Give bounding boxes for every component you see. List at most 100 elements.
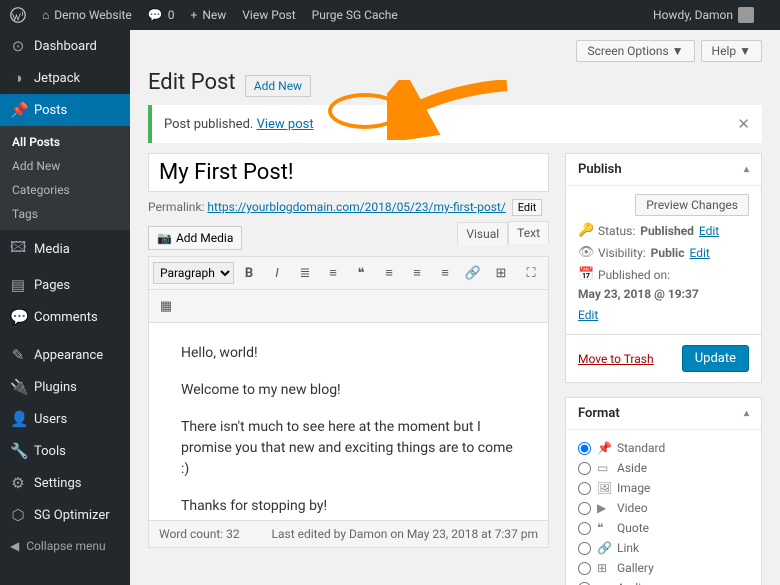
format-option-video[interactable]: ▶Video [578,498,749,518]
site-link[interactable]: ⌂Demo Website [42,8,132,22]
admin-toolbar: ⌂Demo Website 💬0 +New View Post Purge SG… [0,0,780,30]
notice-text: Post published. [164,117,253,132]
sidebar-item-comments[interactable]: 💬Comments [0,301,130,333]
word-count: Word count: 32 [159,527,240,541]
status-edit-link[interactable]: Edit [699,224,719,238]
add-new-button[interactable]: Add New [245,75,311,97]
publish-box-header[interactable]: Publish▴ [566,154,761,186]
dismiss-notice-icon[interactable]: ✕ [737,115,750,133]
sidebar-item-sg[interactable]: ⬡SG Optimizer [0,499,130,531]
comments-link[interactable]: 💬0 [148,8,175,22]
format-box: Format▴ 📌Standard▭Aside🖼Image▶Video❝Quot… [565,397,762,585]
editor-statusbar: Word count: 32 Last edited by Damon on M… [148,521,549,548]
sidebar-sub-tags[interactable]: Tags [0,202,130,226]
more-button[interactable]: ⊞ [488,261,514,285]
ol-button[interactable]: ≡ [320,261,346,285]
admin-sidebar: ⊙Dashboard ◑Jetpack 📌Posts All Posts Add… [0,30,130,585]
italic-button[interactable]: I [264,261,290,285]
format-icon: ▶ [597,501,611,515]
link-button[interactable]: 🔗 [460,261,486,285]
dashboard-icon: ⊙ [10,37,26,55]
chevron-up-icon: ▴ [744,408,749,419]
sidebar-submenu-posts: All Posts Add New Categories Tags [0,126,130,230]
fullscreen-button[interactable]: ⛶ [518,261,544,285]
permalink-edit-button[interactable]: Edit [512,199,543,216]
media-add-icon: 📷 [157,231,172,245]
content-p4: Thanks for stopping by! [181,496,516,517]
editor-toolbar-2: ▦ [148,290,549,323]
format-option-gallery[interactable]: ⊞Gallery [578,558,749,578]
sidebar-item-settings[interactable]: ⚙Settings [0,467,130,499]
eye-icon: 👁 [578,245,593,260]
view-post-link-notice[interactable]: View post [257,117,314,132]
collapse-menu[interactable]: ◀Collapse menu [0,531,130,561]
format-box-header[interactable]: Format▴ [566,398,761,430]
purge-cache-link[interactable]: Purge SG Cache [312,8,398,22]
sidebar-item-jetpack[interactable]: ◑Jetpack [0,62,130,94]
move-to-trash-link[interactable]: Move to Trash [578,352,654,366]
home-icon: ⌂ [42,8,49,22]
align-right-button[interactable]: ≡ [432,261,458,285]
format-option-aside[interactable]: ▭Aside [578,458,749,478]
account-link[interactable]: Howdy, Damon [653,7,754,23]
pages-icon: ▤ [10,276,26,294]
paragraph-select[interactable]: Paragraph [153,262,234,284]
format-icon: 🖼 [597,481,611,495]
sidebar-item-appearance[interactable]: ✎Appearance [0,339,130,371]
quote-button[interactable]: ❝ [348,261,374,285]
kitchen-sink-button[interactable]: ▦ [153,294,179,318]
permalink-link[interactable]: https://yourblogdomain.com/2018/05/23/my… [207,200,505,214]
post-title-input[interactable] [148,153,549,192]
tab-text[interactable]: Text [508,221,549,244]
view-post-link[interactable]: View Post [242,8,295,22]
jetpack-icon: ◑ [10,69,26,87]
format-option-link[interactable]: 🔗Link [578,538,749,558]
align-left-button[interactable]: ≡ [376,261,402,285]
media-icon: 🖾 [10,237,26,262]
format-icon: 🔗 [597,541,611,555]
add-media-button[interactable]: 📷Add Media [148,226,242,250]
editor-body[interactable]: Hello, world! Welcome to my new blog! Th… [148,323,549,521]
pin-icon: 📌 [10,101,26,119]
key-icon: 🔑 [578,223,593,238]
main-content: Screen Options ▼ Help ▼ Edit Post Add Ne… [130,30,780,585]
sidebar-item-tools[interactable]: 🔧Tools [0,435,130,467]
screen-options-button[interactable]: Screen Options ▼ [576,40,694,62]
preview-changes-button[interactable]: Preview Changes [635,194,749,216]
sidebar-sub-add-new[interactable]: Add New [0,154,130,178]
sidebar-item-plugins[interactable]: 🔌Plugins [0,371,130,403]
format-option-quote[interactable]: ❝Quote [578,518,749,538]
avatar [738,7,754,23]
new-link[interactable]: +New [191,8,227,22]
format-option-standard[interactable]: 📌Standard [578,438,749,458]
sidebar-item-dashboard[interactable]: ⊙Dashboard [0,30,130,62]
format-icon: ⊞ [597,561,611,575]
permalink-row: Permalink: https://yourblogdomain.com/20… [148,199,549,216]
settings-icon: ⚙ [10,474,26,492]
editor-toolbar: Paragraph B I ≣ ≡ ❝ ≡ ≡ ≡ 🔗 ⊞ ⛶ [148,256,549,290]
format-option-image[interactable]: 🖼Image [578,478,749,498]
visibility-edit-link[interactable]: Edit [689,246,709,260]
bold-button[interactable]: B [236,261,262,285]
format-icon: ❝ [597,521,611,535]
update-button[interactable]: Update [682,345,749,372]
sidebar-item-posts[interactable]: 📌Posts [0,94,130,126]
wp-logo[interactable] [10,7,26,23]
tab-visual[interactable]: Visual [457,222,508,246]
help-button[interactable]: Help ▼ [701,40,762,62]
page-title: Edit Post [148,70,236,95]
content-p3: There isn't much to see here at the mome… [181,417,516,480]
date-edit-link[interactable]: Edit [578,308,598,322]
plus-icon: + [191,8,198,22]
ul-button[interactable]: ≣ [292,261,318,285]
sidebar-item-users[interactable]: 👤Users [0,403,130,435]
brush-icon: ✎ [10,346,26,364]
align-center-button[interactable]: ≡ [404,261,430,285]
sidebar-sub-categories[interactable]: Categories [0,178,130,202]
format-option-audio[interactable]: ♫Audio [578,578,749,585]
sidebar-item-media[interactable]: 🖾Media [0,230,130,269]
plug-icon: 🔌 [10,378,26,396]
sidebar-item-pages[interactable]: ▤Pages [0,269,130,301]
users-icon: 👤 [10,410,26,428]
sidebar-sub-all-posts[interactable]: All Posts [0,130,130,154]
